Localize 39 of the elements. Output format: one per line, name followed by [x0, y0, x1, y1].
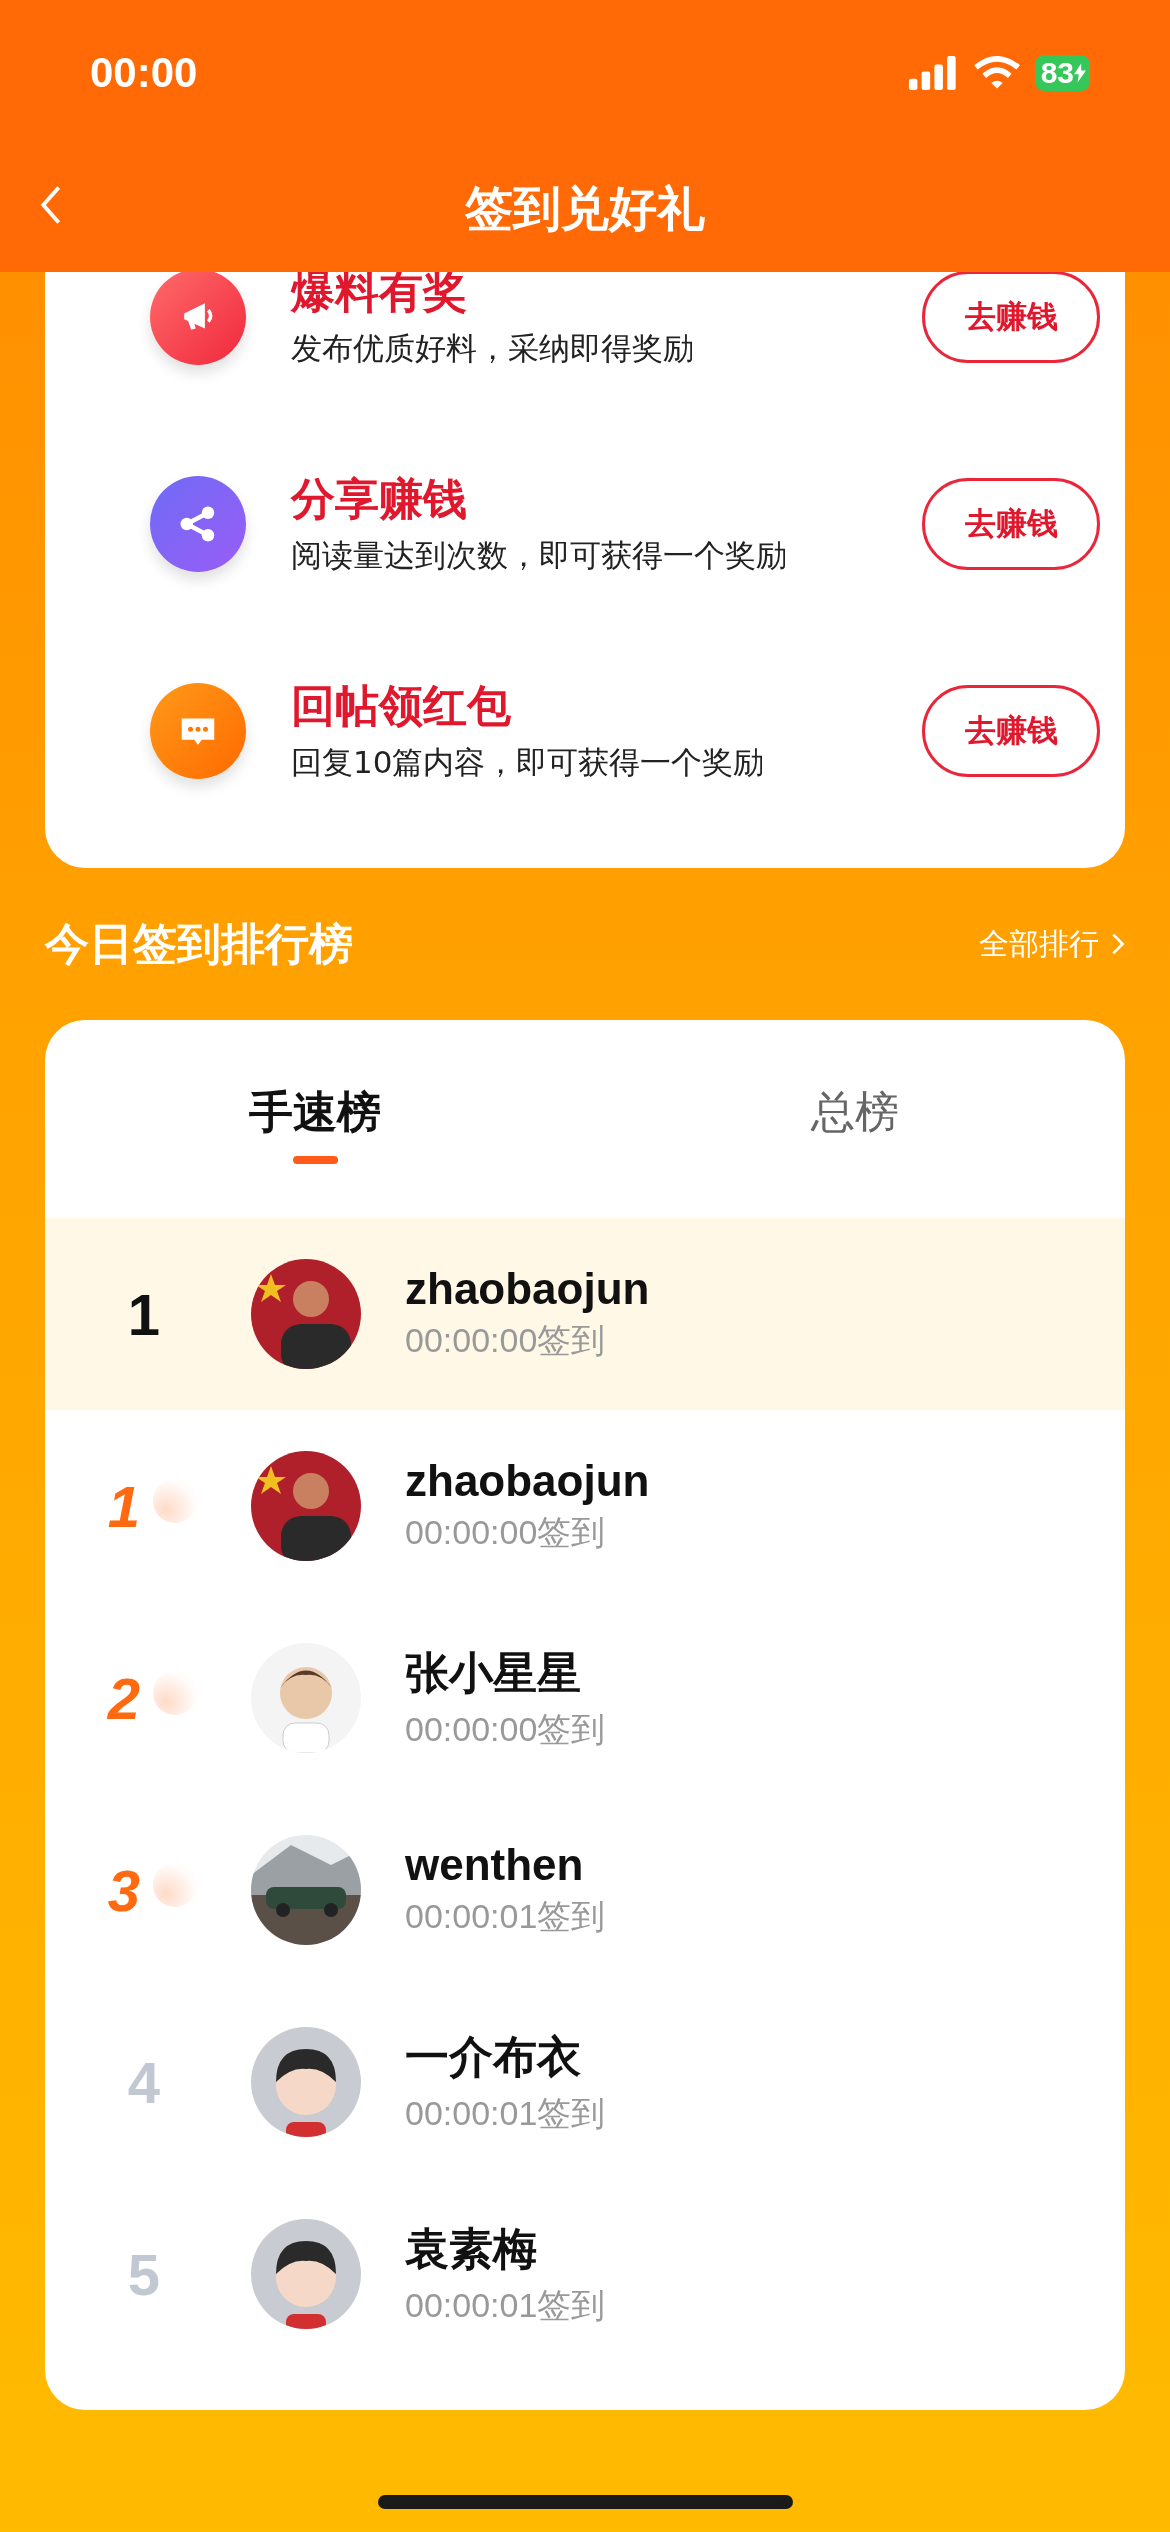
checkin-time: 00:00:00签到 — [405, 1320, 607, 1361]
earn-button[interactable]: 去赚钱 — [922, 477, 1100, 570]
user-name: wenthen — [405, 1840, 585, 1890]
task-description: 回复10篇内容，即可获得一个奖励 — [291, 743, 766, 782]
task-title: 分享赚钱 — [291, 472, 468, 526]
section-title: 今日签到排行榜 — [45, 916, 353, 971]
status-time: 00:00 — [90, 48, 198, 97]
checkin-time: 00:00:01签到 — [405, 2284, 606, 2326]
rank-number: 1 — [107, 1472, 141, 1540]
chevron-right-icon — [1111, 932, 1125, 956]
user-name: zhaobaojun — [405, 1456, 650, 1506]
user-name: 袁素梅 — [405, 2222, 538, 2275]
page-title: 签到兑好礼 — [465, 178, 705, 238]
rank-number: 2 — [107, 1664, 141, 1732]
user-name: zhaobaojun — [405, 1264, 650, 1314]
battery-level: 83 — [1040, 55, 1074, 90]
charging-bolt-icon — [1074, 61, 1086, 84]
tab[interactable]: 总榜 — [811, 1082, 899, 1142]
rank-number: 3 — [107, 1856, 141, 1924]
back-icon[interactable] — [40, 185, 62, 225]
task-description: 发布优质好料，采纳即得奖励 — [291, 329, 695, 368]
checkin-time: 00:00:01签到 — [405, 2092, 606, 2134]
task-description: 阅读量达到次数，即可获得一个奖励 — [291, 536, 788, 575]
checkin-time: 00:00:00签到 — [405, 1708, 606, 1750]
wifi-icon — [972, 55, 1021, 90]
task-title: 回帖领红包 — [291, 679, 512, 733]
earn-button[interactable]: 去赚钱 — [922, 684, 1100, 777]
checkin-time: 00:00:00签到 — [405, 1512, 607, 1553]
rank-number: 1 — [127, 1280, 161, 1348]
task-title: 爆料有奖 — [291, 265, 468, 319]
tab[interactable]: 手速榜 — [249, 1082, 381, 1142]
earn-button[interactable]: 去赚钱 — [922, 270, 1100, 363]
rank-number: 5 — [127, 2240, 161, 2308]
checkin-time: 00:00:01签到 — [405, 1896, 606, 1937]
signal-icon — [906, 55, 959, 90]
user-name: 一介布衣 — [405, 2030, 582, 2083]
user-name: 张小星星 — [405, 1646, 582, 1699]
tab-indicator — [292, 1155, 338, 1164]
rank-number: 4 — [127, 2048, 161, 2116]
